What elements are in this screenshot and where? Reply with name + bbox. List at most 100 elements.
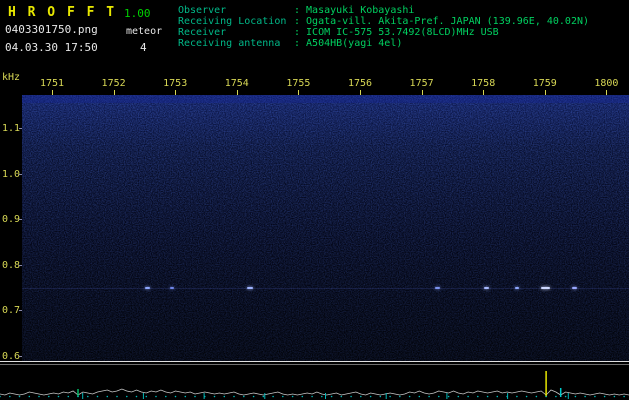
info-label: Receiver [178, 27, 227, 38]
baseline-dot [584, 395, 586, 398]
baseline-dot [57, 395, 60, 398]
baseline-dot [535, 395, 538, 398]
header-info: Observer: Masayuki Kobayashi Receiving Lo… [178, 5, 589, 49]
baseline-dot [194, 395, 196, 398]
baseline-dot [496, 395, 499, 398]
level-trace [0, 388, 629, 396]
baseline-dot [389, 395, 391, 398]
freq-tick-label: 0.7 [2, 305, 21, 316]
carrier-trace [22, 288, 629, 289]
app-version: 1.00 [124, 7, 151, 20]
hrofft-screen: H R O F F T 1.00 0403301750.png meteor 0… [0, 0, 629, 400]
baseline-dot [360, 395, 362, 398]
info-row: Receiving antenna : A504HB(yagi 4el) [178, 38, 589, 49]
baseline-dot [399, 395, 401, 398]
baseline-dot [262, 395, 265, 398]
baseline-dot [126, 395, 128, 398]
baseline-dot [96, 395, 99, 398]
baseline-dot [165, 395, 167, 398]
time-tick-label: 1751 [39, 78, 65, 89]
app-title: H R O F F T [8, 5, 117, 20]
baseline-dot [467, 395, 469, 398]
baseline-dot [18, 395, 21, 398]
time-tick-label: 1752 [101, 78, 126, 89]
baseline-dot [291, 395, 294, 398]
baseline-dot [477, 395, 479, 398]
baseline-dot [330, 395, 333, 398]
filename: 0403301750.png [5, 23, 98, 36]
time-tick-label: 1756 [347, 78, 373, 89]
baseline-dot [174, 395, 177, 398]
khz-axis-label: kHz [2, 72, 21, 83]
baseline-dot [594, 395, 596, 398]
freq-tick-label: 0.9 [2, 214, 21, 225]
spectrogram [22, 95, 629, 362]
info-row: Observer : Masayuki Kobayashi [178, 5, 589, 16]
baseline-dot [116, 395, 118, 398]
freq-tick-label: 1.1 [2, 123, 21, 134]
baseline-dot [252, 395, 255, 398]
baseline-dot [545, 395, 547, 398]
baseline-dot [555, 395, 557, 398]
time-tick-label: 1753 [163, 78, 188, 89]
baseline-dot [243, 395, 245, 398]
baseline-dot [623, 395, 625, 398]
info-value: : Masayuki Kobayashi [294, 5, 415, 16]
baseline-dot [613, 395, 616, 398]
baseline-dot [213, 395, 216, 398]
time-tick-label: 1754 [224, 78, 249, 89]
baseline-dot [350, 395, 352, 398]
baseline-dot [38, 395, 40, 398]
baseline-dot [301, 395, 304, 398]
time-tick-label: 1757 [409, 78, 434, 89]
baseline-dot [603, 395, 606, 398]
info-label: Observer [178, 5, 227, 16]
separator-line-top [0, 361, 629, 362]
baseline-dot [525, 395, 528, 398]
baseline-dot [135, 395, 138, 398]
baseline-dot [155, 395, 157, 398]
baseline-dot [87, 395, 89, 398]
info-label: Receiving Location [178, 16, 287, 27]
baseline-dot [106, 395, 109, 398]
baseline-dot [369, 395, 372, 398]
baseline-dot [564, 395, 567, 398]
info-row: Receiving Location : Ogata-vill. Akita-Pr… [178, 16, 589, 27]
baseline-dot [48, 395, 50, 398]
baseline-dot [272, 395, 274, 398]
freq-tick-label: 0.8 [2, 259, 21, 271]
info-label: Receiving antenna [178, 38, 281, 49]
spectrogram-shading [22, 95, 629, 362]
time-tick-label: 1755 [286, 78, 311, 89]
info-row: Receiver : ICOM IC-575 53.7492(8LCD)MHz U… [178, 27, 589, 38]
time-tick-label: 1758 [471, 78, 496, 89]
baseline-dot [223, 395, 226, 398]
time-tick-label: 1759 [532, 78, 557, 89]
datetime: 04.03.30 17:50 [5, 41, 98, 54]
baseline-dot [184, 395, 187, 398]
freq-tick-label: 1.0 [2, 168, 21, 180]
baseline-dot [418, 395, 421, 398]
freq-tick-label: 0.6 [2, 350, 21, 362]
info-value: : A504HB(yagi 4el) [294, 38, 403, 49]
baseline-dot [282, 395, 284, 398]
info-value: : ICOM IC-575 53.7492(8LCD)MHz USB [294, 27, 499, 38]
baseline-dot [428, 395, 430, 398]
baseline-dot [408, 395, 411, 398]
baseline-dot [379, 395, 382, 398]
baseline-dot [438, 395, 440, 398]
baseline-dot [77, 395, 79, 398]
baseline-dot [457, 395, 460, 398]
time-tick-label: 1800 [594, 78, 619, 89]
baseline-dot [516, 395, 518, 398]
baseline-dot [67, 395, 70, 398]
baseline-dot [0, 395, 1, 398]
baseline-dot [574, 395, 577, 398]
info-value: : Ogata-vill. Akita-Pref. JAPAN (139.96E… [294, 16, 590, 27]
separator-line-bottom [0, 364, 629, 365]
meteor-count: 4 [140, 41, 147, 54]
baseline-dot [447, 395, 450, 398]
baseline-dot [486, 395, 489, 398]
baseline-dot [28, 395, 31, 398]
baseline-dot [340, 395, 343, 398]
